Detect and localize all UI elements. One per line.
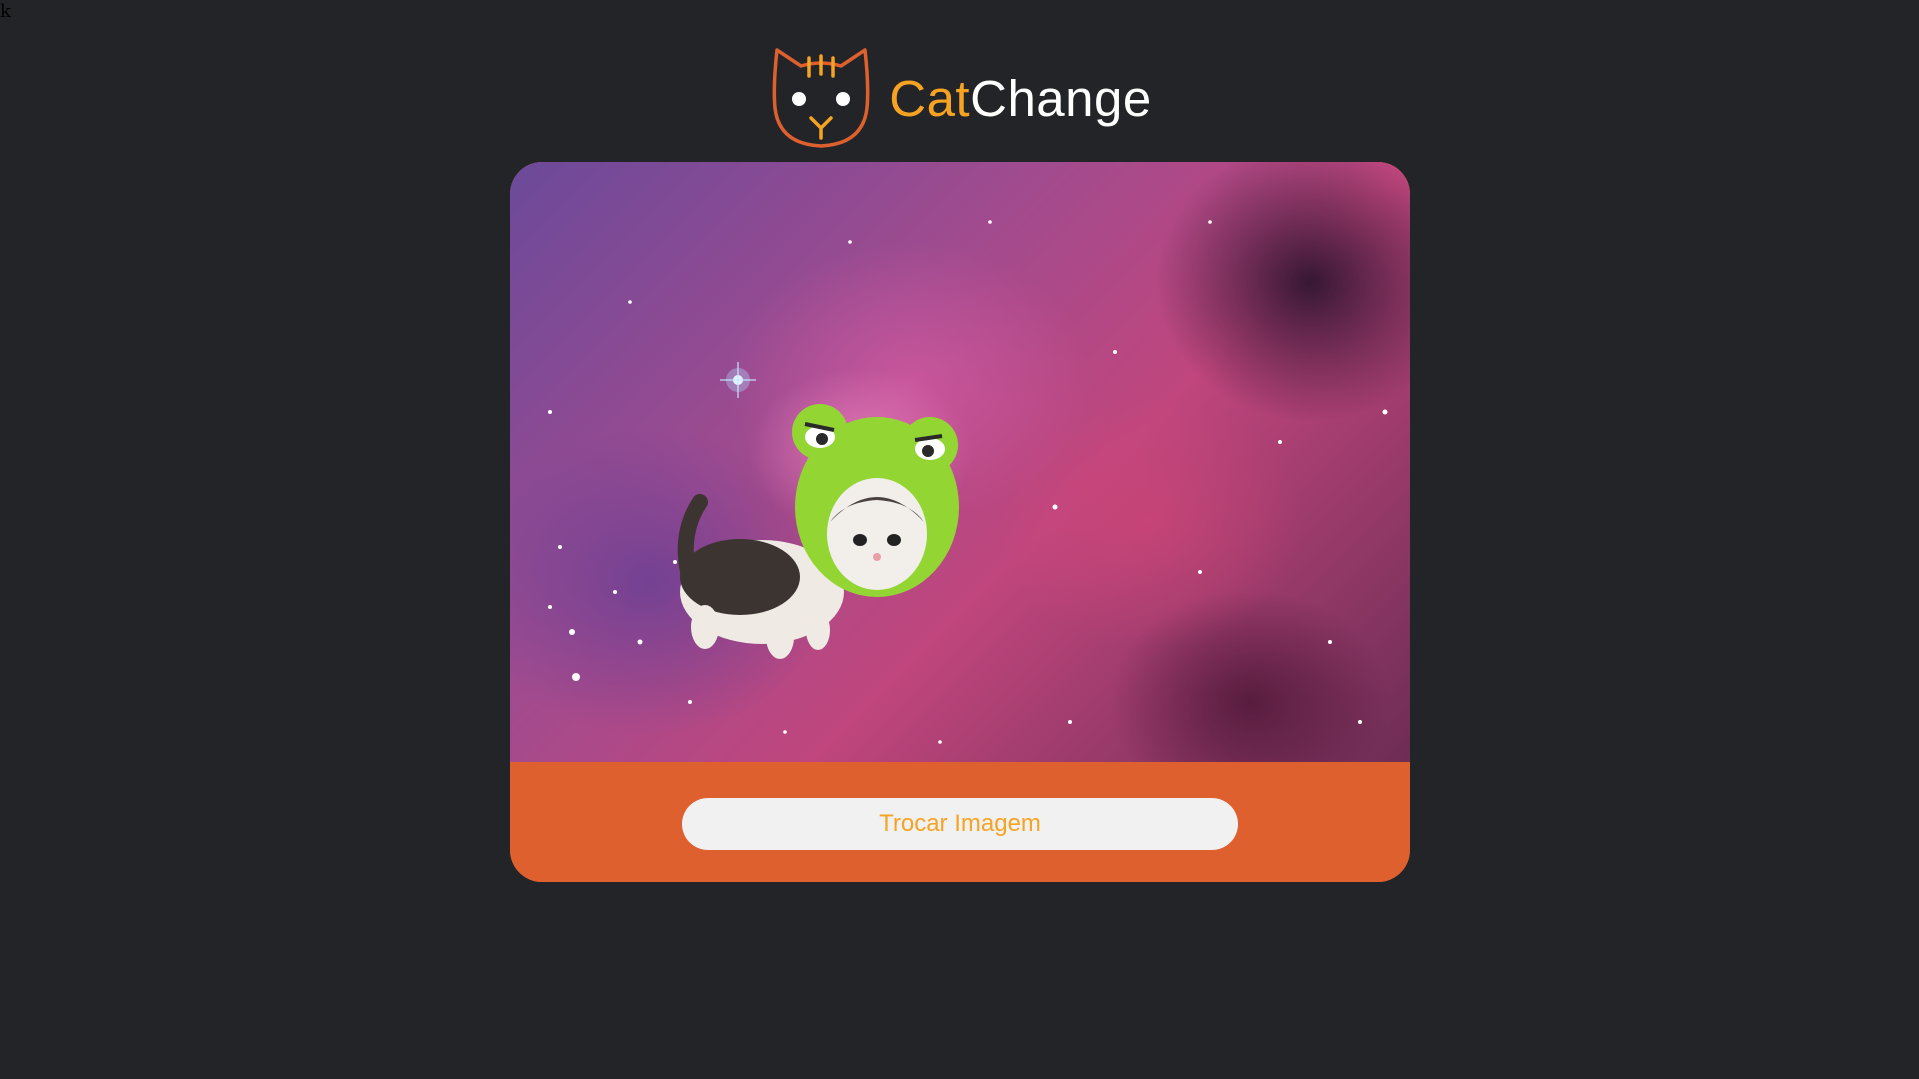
cat-face-icon [772, 48, 870, 148]
cat-image-card: Trocar Imagem [510, 162, 1410, 882]
brand-title-change: Change [970, 69, 1152, 127]
swap-image-button[interactable]: Trocar Imagem [682, 798, 1238, 850]
stray-text: k [0, 1, 11, 22]
app-header: CatChange [0, 46, 1919, 150]
cat-image [510, 162, 1410, 762]
brand-title: CatChange [889, 73, 1152, 124]
button-bar: Trocar Imagem [510, 762, 1410, 882]
brand-title-cat: Cat [889, 69, 971, 127]
space-kitten-frog-hat-image [548, 220, 1388, 744]
